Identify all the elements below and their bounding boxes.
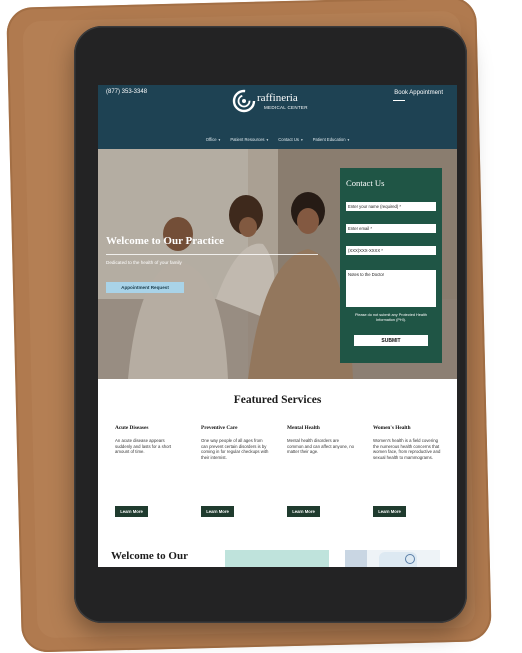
service-description: One way people of all ages from can prev… bbox=[201, 438, 269, 460]
welcome-accent-block bbox=[225, 550, 329, 567]
submit-button[interactable]: SUBMIT bbox=[354, 335, 428, 346]
hero-divider bbox=[106, 254, 318, 255]
learn-more-button-preventive-care[interactable]: Learn More bbox=[201, 506, 234, 517]
contact-form-title: Contact Us bbox=[346, 178, 385, 188]
nav-item-patient-education[interactable]: Patient Education ▾ bbox=[313, 137, 350, 142]
chevron-down-icon: ▾ bbox=[346, 137, 350, 142]
nav-label: Patient Education bbox=[312, 136, 346, 142]
hero-banner: Welcome to Our Practice Dedicated to the… bbox=[98, 149, 457, 379]
stethoscope-icon bbox=[405, 554, 415, 564]
logo-wordmark: raffineria bbox=[257, 92, 298, 104]
service-card-womens-health: Women's Health Women's health is a field… bbox=[373, 425, 441, 460]
service-title: Preventive Care bbox=[201, 425, 238, 431]
photo-background bbox=[345, 550, 367, 567]
notes-field[interactable]: Notes to the Doctor bbox=[346, 270, 436, 307]
service-card-mental-health: Mental Health Mental health disorders ar… bbox=[287, 425, 355, 455]
service-title: Acute Diseases bbox=[115, 425, 149, 431]
appointment-request-button[interactable]: Appointment Request bbox=[106, 282, 184, 293]
service-title: Women's Health bbox=[373, 425, 411, 431]
site-logo[interactable]: raffineria MEDICAL CENTER bbox=[232, 89, 328, 119]
doctor-photo bbox=[345, 550, 440, 567]
book-link-underline bbox=[393, 100, 405, 101]
hero-subtitle: Dedicated to the health of your family bbox=[106, 260, 182, 265]
email-field[interactable]: Enter email * bbox=[346, 224, 436, 233]
nav-label: Office bbox=[205, 136, 217, 142]
service-card-preventive-care: Preventive Care One way people of all ag… bbox=[201, 425, 269, 460]
nav-item-contact-us[interactable]: Contact Us ▾ bbox=[278, 137, 302, 142]
service-description: Women's health is a field covering the n… bbox=[373, 438, 441, 460]
nav-item-patient-resources[interactable]: Patient Resources ▾ bbox=[230, 137, 268, 142]
featured-services-title: Featured Services bbox=[233, 394, 322, 406]
phone-field[interactable]: (XXX)XXX-XXXX * bbox=[346, 246, 436, 255]
phi-disclaimer: Please do not submit any Protected Healt… bbox=[355, 313, 427, 322]
product-mockup-scene: (877) 353-3348 Book Appointment raffiner… bbox=[0, 0, 522, 653]
nav-item-office[interactable]: Office ▾ bbox=[206, 137, 221, 142]
chevron-down-icon: ▾ bbox=[217, 137, 221, 142]
learn-more-button-acute-diseases[interactable]: Learn More bbox=[115, 506, 148, 517]
service-title: Mental Health bbox=[287, 425, 320, 431]
service-description: Mental health disorders are common and c… bbox=[287, 438, 355, 455]
site-header: (877) 353-3348 Book Appointment raffiner… bbox=[98, 85, 457, 149]
service-card-acute-diseases: Acute Diseases An acute disease appears … bbox=[115, 425, 183, 455]
hero-title: Welcome to Our Practice bbox=[106, 235, 224, 247]
nav-label: Contact Us bbox=[278, 136, 299, 142]
contact-form: Contact Us Enter your name (required) * … bbox=[340, 168, 442, 363]
service-description: An acute disease appears suddenly and la… bbox=[115, 438, 172, 455]
nav-label: Patient Resources bbox=[230, 136, 265, 142]
chevron-down-icon: ▾ bbox=[299, 137, 303, 142]
logo-tagline: MEDICAL CENTER bbox=[264, 105, 308, 110]
phone-number-link[interactable]: (877) 353-3348 bbox=[106, 89, 147, 95]
book-appointment-link[interactable]: Book Appointment bbox=[394, 90, 443, 96]
learn-more-button-womens-health[interactable]: Learn More bbox=[373, 506, 406, 517]
website-screen: (877) 353-3348 Book Appointment raffiner… bbox=[98, 85, 457, 567]
welcome-section-title: Welcome to Our bbox=[111, 550, 188, 562]
learn-more-button-mental-health[interactable]: Learn More bbox=[287, 506, 320, 517]
main-nav: Office ▾ Patient Resources ▾ Contact Us … bbox=[98, 133, 457, 145]
brand-c-swirl-icon bbox=[232, 89, 256, 113]
name-field[interactable]: Enter your name (required) * bbox=[346, 202, 436, 211]
chevron-down-icon: ▾ bbox=[265, 137, 269, 142]
